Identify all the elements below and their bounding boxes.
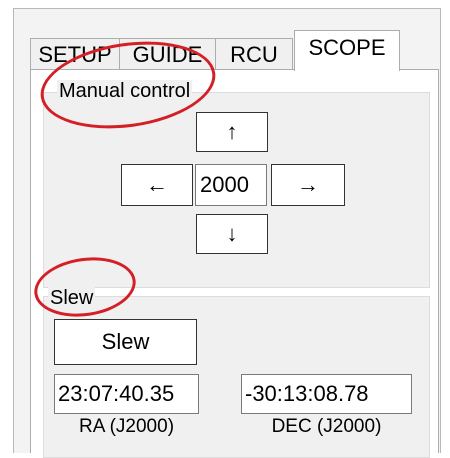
tab-scope[interactable]: SCOPE <box>294 30 400 71</box>
ra-caption: RA (J2000) <box>78 416 175 437</box>
scope-tab-page: Manual control ↑ ← 2000 → ↓ Slew Slew 23… <box>30 69 439 458</box>
dec-input[interactable]: -30:13:08.78 <box>241 374 412 414</box>
tab-guide[interactable]: GUIDE <box>119 38 216 70</box>
move-right-button[interactable]: → <box>271 164 345 206</box>
move-down-button[interactable]: ↓ <box>196 214 268 254</box>
dec-caption: DEC (J2000) <box>271 416 382 437</box>
slew-title: Slew <box>48 287 96 309</box>
move-up-button[interactable]: ↑ <box>196 112 268 152</box>
move-left-button[interactable]: ← <box>121 164 193 206</box>
manual-control-title: Manual control <box>57 80 193 102</box>
slew-button[interactable]: Slew <box>54 319 197 365</box>
ra-input[interactable]: 23:07:40.35 <box>54 374 199 414</box>
tab-rcu[interactable]: RCU <box>215 38 293 70</box>
rate-input[interactable]: 2000 <box>195 164 267 206</box>
tab-strip: SETUP GUIDE RCU SCOPE <box>30 30 430 71</box>
tab-setup[interactable]: SETUP <box>30 38 120 70</box>
